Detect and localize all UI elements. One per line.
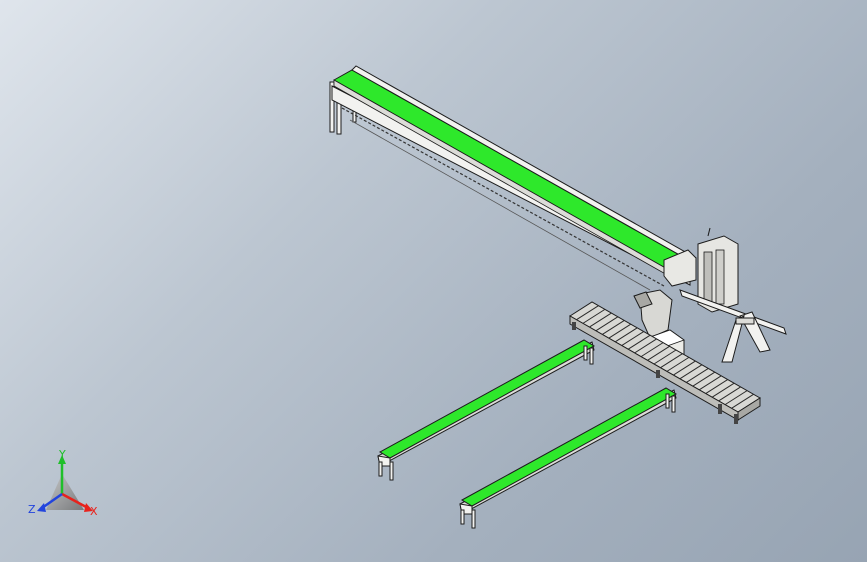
assembly-scene xyxy=(37,65,787,529)
triad-z-label: Z xyxy=(28,503,36,516)
lift-column-rail xyxy=(715,249,725,305)
triad-x-label: X xyxy=(90,505,98,518)
conveyor-guard-rail xyxy=(351,65,697,263)
belt-conveyor-2-belt xyxy=(460,387,678,507)
belt-conveyor-2[interactable] xyxy=(459,387,678,529)
long-inclined-conveyor[interactable] xyxy=(329,65,697,291)
cad-viewport[interactable]: Y X Z xyxy=(0,0,867,562)
conveyor-chain xyxy=(341,107,665,287)
view-orientation-triad-icon[interactable] xyxy=(37,455,93,512)
conveyor-near-edge xyxy=(333,79,677,281)
conveyor-brace xyxy=(349,119,651,291)
lift-column-rail xyxy=(703,251,713,305)
triad-y-label: Y xyxy=(59,448,66,461)
belt-conveyor-1-belt xyxy=(378,339,596,459)
conveyor-belt xyxy=(332,69,693,275)
